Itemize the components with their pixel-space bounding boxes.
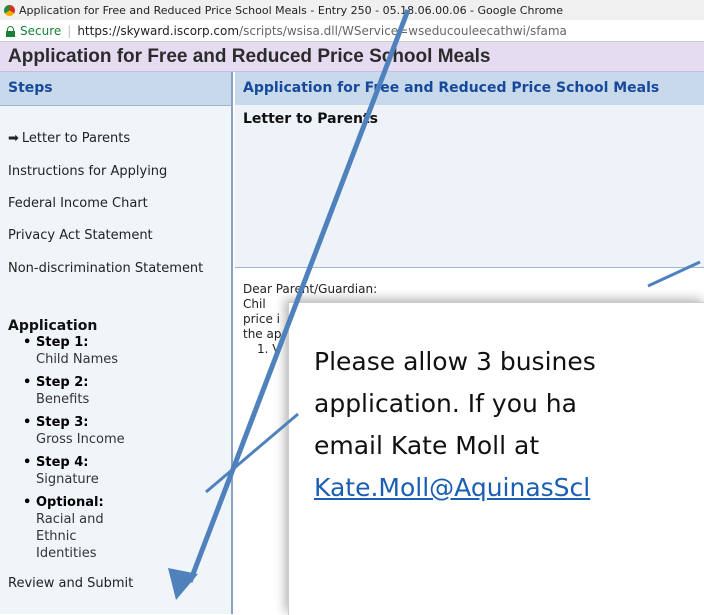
step-description[interactable]: Child Names xyxy=(36,351,136,368)
secure-label: Secure xyxy=(20,23,62,38)
step-title[interactable]: Step 3: xyxy=(23,414,136,431)
step-title[interactable]: Step 2: xyxy=(23,374,136,391)
callout-text: Please allow 3 busines application. If y… xyxy=(314,341,596,509)
url-host[interactable]: https://skyward.iscorp.com xyxy=(77,24,239,38)
page-title: Application for Free and Reduced Price S… xyxy=(0,42,704,72)
main-heading: Application for Free and Reduced Price S… xyxy=(235,72,704,106)
sidebar-item-instructions[interactable]: Instructions for Applying xyxy=(8,164,167,179)
list-item[interactable]: Step 3: Gross Income xyxy=(23,414,136,454)
letter-title: Letter to Parents xyxy=(243,111,378,127)
callout-line: Please allow 3 busines xyxy=(314,347,596,376)
url-divider: | xyxy=(67,23,72,38)
step-description[interactable]: Gross Income xyxy=(36,431,136,448)
list-item[interactable]: Step 4: Signature xyxy=(23,454,136,494)
address-bar[interactable]: Secure | https://skyward.iscorp.com /scr… xyxy=(0,20,704,42)
sidebar-item-review-submit[interactable]: Review and Submit xyxy=(8,576,133,591)
step-description[interactable]: Signature xyxy=(36,471,136,488)
sidebar-item-label: Letter to Parents xyxy=(21,131,131,146)
letter-header-box: Letter to Parents xyxy=(235,105,704,268)
chrome-icon xyxy=(4,4,15,16)
sidebar-item-non-discrimination[interactable]: Non-discrimination Statement xyxy=(8,261,203,276)
steps-sidebar: Steps ➡ Letter to Parents Instructions fo… xyxy=(0,72,233,614)
callout-line: email Kate Moll at xyxy=(314,431,540,460)
list-item[interactable]: Optional: Racial and Ethnic Identities xyxy=(23,494,136,561)
step-title[interactable]: Optional: xyxy=(23,494,136,511)
current-step-arrow-icon: ➡ xyxy=(8,131,19,146)
window-title: Application for Free and Reduced Price S… xyxy=(19,3,563,17)
list-item[interactable]: Step 2: Benefits xyxy=(23,374,136,414)
callout-box: Please allow 3 busines application. If y… xyxy=(288,302,704,615)
sidebar-item-letter-to-parents[interactable]: ➡ Letter to Parents xyxy=(8,131,130,146)
application-steps-list: Step 1: Child Names Step 2: Benefits Ste… xyxy=(23,334,136,561)
step-title[interactable]: Step 1: xyxy=(23,334,136,351)
letter-greeting: Dear Parent/Guardian: xyxy=(243,282,378,296)
lock-icon xyxy=(6,25,15,37)
step-title[interactable]: Step 4: xyxy=(23,454,136,471)
sidebar-section-application: Application xyxy=(8,318,98,334)
step-description[interactable]: Benefits xyxy=(36,391,136,408)
step-description[interactable]: Racial and Ethnic Identities xyxy=(36,511,136,562)
email-link[interactable]: Kate.Moll@AquinasScl xyxy=(314,467,596,509)
browser-title-bar: Application for Free and Reduced Price S… xyxy=(0,0,704,20)
sidebar-heading: Steps xyxy=(0,72,231,106)
callout-line: application. If you ha xyxy=(314,389,577,418)
list-item[interactable]: Step 1: Child Names xyxy=(23,334,136,374)
url-path[interactable]: /scripts/wsisa.dll/WService=wseducouleec… xyxy=(239,24,567,38)
sidebar-item-privacy-act[interactable]: Privacy Act Statement xyxy=(8,228,153,243)
sidebar-item-income-chart[interactable]: Federal Income Chart xyxy=(8,196,148,211)
